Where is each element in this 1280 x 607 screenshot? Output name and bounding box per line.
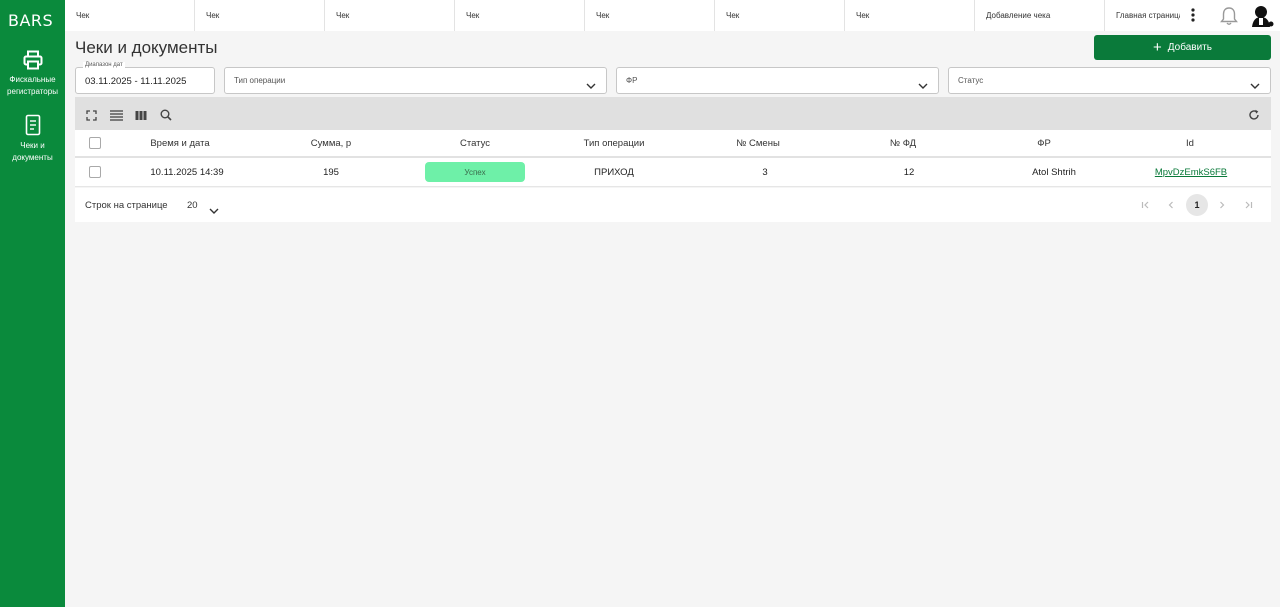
tab-receipt-5[interactable]: Чек [585,0,715,31]
fr-placeholder: ФР [626,76,638,85]
table-header: Время и дата Сумма, р Статус Тип операци… [75,130,1271,158]
column-header-sum[interactable]: Сумма, р [265,130,397,156]
column-header-id[interactable]: Id [1127,130,1253,156]
tab-home[interactable]: Главная страница [1105,0,1180,31]
previous-page-icon[interactable] [1160,194,1182,216]
row-checkbox[interactable] [89,166,101,178]
status-select[interactable]: Статус [948,67,1271,94]
date-range-field[interactable]: Диапазон дат 03.11.2025 - 11.11.2025 [75,62,215,94]
refresh-icon[interactable] [1248,108,1260,126]
user-avatar-icon[interactable] [1250,4,1274,33]
chevron-down-icon [918,77,928,95]
tab-receipt-3[interactable]: Чек [325,0,455,31]
printer-icon [23,50,43,70]
fullscreen-icon[interactable] [86,108,97,126]
status-placeholder: Статус [958,76,984,85]
brand-logo: BARS [8,11,54,30]
cell-fr: Atol Shtrih [1032,166,1076,178]
receipt-id-link[interactable]: MpvDzEmkS6FB [1155,167,1227,178]
receipts-table: Время и дата Сумма, р Статус Тип операци… [75,130,1271,187]
page-title: Чеки и документы [75,38,218,57]
column-header-fr[interactable]: ФР [981,130,1107,156]
column-header-status[interactable]: Статус [395,130,555,156]
plus-icon: + [1153,39,1162,56]
sidebar: BARS Фискальные регистраторы Чеки и доку… [0,0,65,607]
tab-receipt-2[interactable]: Чек [195,0,325,31]
add-button[interactable]: + Добавить [1094,35,1271,60]
sidebar-item-receipts[interactable]: Чеки и документы [0,114,65,164]
cell-sum: 195 [323,166,339,178]
document-icon [25,114,41,136]
cell-id: MpvDzEmkS6FB [1127,158,1255,186]
rows-per-page-select[interactable]: 20 [187,200,198,211]
date-range-legend: Диапазон дат [83,62,125,68]
cell-fd: 12 [903,166,915,178]
tab-receipt-6[interactable]: Чек [715,0,845,31]
cell-shift: 3 [762,166,768,178]
top-tab-bar: Чек Чек Чек Чек Чек Чек Чек Добавление ч… [65,0,1280,31]
row-select-cell [89,158,101,186]
search-icon[interactable] [160,108,172,126]
tab-receipt-7[interactable]: Чек [845,0,975,31]
column-header-operation-type[interactable]: Тип операции [550,130,678,156]
cell-operation-type: ПРИХОД [594,166,634,178]
chevron-down-icon [586,77,596,95]
column-header-shift[interactable]: № Смены [695,130,821,156]
next-page-icon[interactable] [1211,194,1233,216]
density-icon[interactable] [110,108,123,126]
sidebar-item-label: Фискальные регистраторы [7,75,58,96]
columns-icon[interactable] [135,108,147,126]
sidebar-item-fiscal-registers[interactable]: Фискальные регистраторы [0,50,65,98]
chevron-down-icon [1250,77,1260,95]
tab-add-receipt[interactable]: Добавление чека [975,0,1105,31]
select-all-checkbox[interactable] [89,137,101,149]
chevron-down-icon[interactable] [209,202,219,220]
fr-select[interactable]: ФР [616,67,939,94]
table-row[interactable]: 10.11.2025 14:39 195 Успех ПРИХОД 3 12 A… [75,158,1271,187]
tab-receipt-1[interactable]: Чек [65,0,195,31]
column-header-fd[interactable]: № ФД [840,130,966,156]
date-range-value: 03.11.2025 - 11.11.2025 [85,76,187,87]
cell-status: Успех [395,158,555,186]
column-header-datetime[interactable]: Время и дата [115,130,245,156]
operation-type-placeholder: Тип операции [234,76,286,85]
more-vertical-icon[interactable] [1185,7,1201,23]
page-button-current[interactable]: 1 [1186,194,1208,216]
sidebar-item-label: Чеки и документы [12,141,53,162]
table-toolbar [75,97,1271,130]
last-page-icon[interactable] [1237,194,1259,216]
rows-per-page-label: Строк на странице [85,200,168,211]
status-badge: Успех [425,162,525,182]
operation-type-select[interactable]: Тип операции [224,67,607,94]
add-button-label: Добавить [1167,42,1212,53]
tab-receipt-4[interactable]: Чек [455,0,585,31]
select-all-cell [89,130,101,156]
table-footer: Строк на странице 20 1 [75,188,1271,222]
cell-datetime: 10.11.2025 14:39 [150,166,224,178]
bell-icon[interactable] [1220,6,1238,31]
first-page-icon[interactable] [1135,194,1157,216]
